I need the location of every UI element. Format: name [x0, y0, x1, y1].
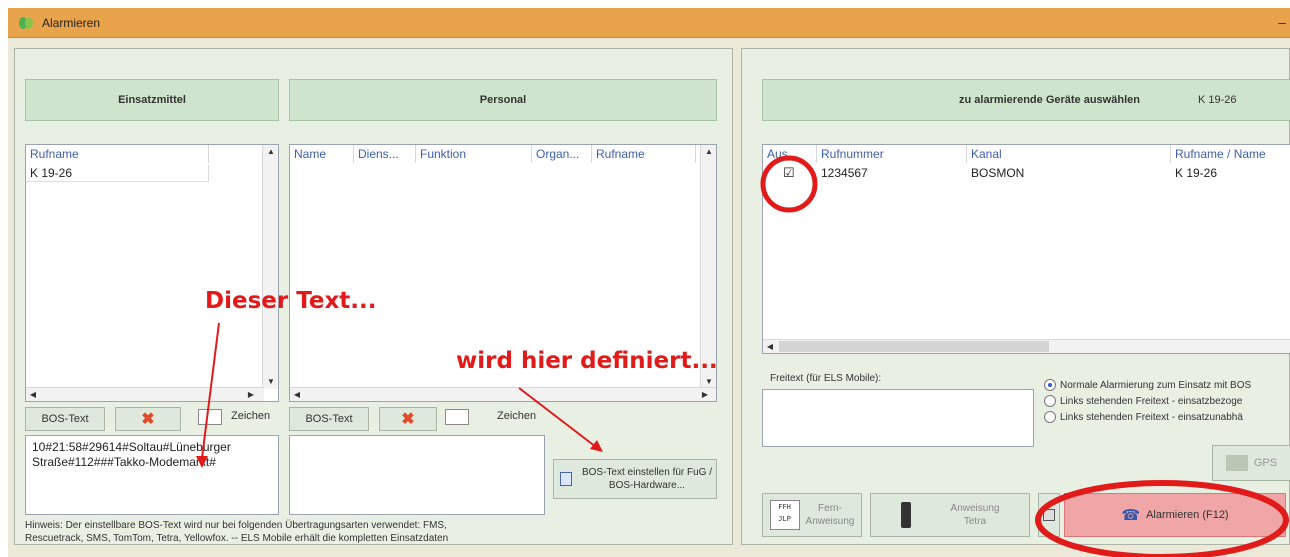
annotation-wird-hier-definiert: wird hier definiert...: [456, 348, 718, 374]
arrow-head-2: [590, 440, 603, 452]
checkbox-highlight-circle: [760, 155, 818, 213]
arrow-line-2: [518, 387, 597, 448]
annotation-layer: [196, 155, 1289, 557]
arrow-line-1: [201, 322, 220, 459]
alarm-button-highlight-circle: [1035, 480, 1289, 557]
arrow-head-1: [196, 456, 208, 468]
annotation-dieser-text: Dieser Text...: [205, 288, 377, 314]
